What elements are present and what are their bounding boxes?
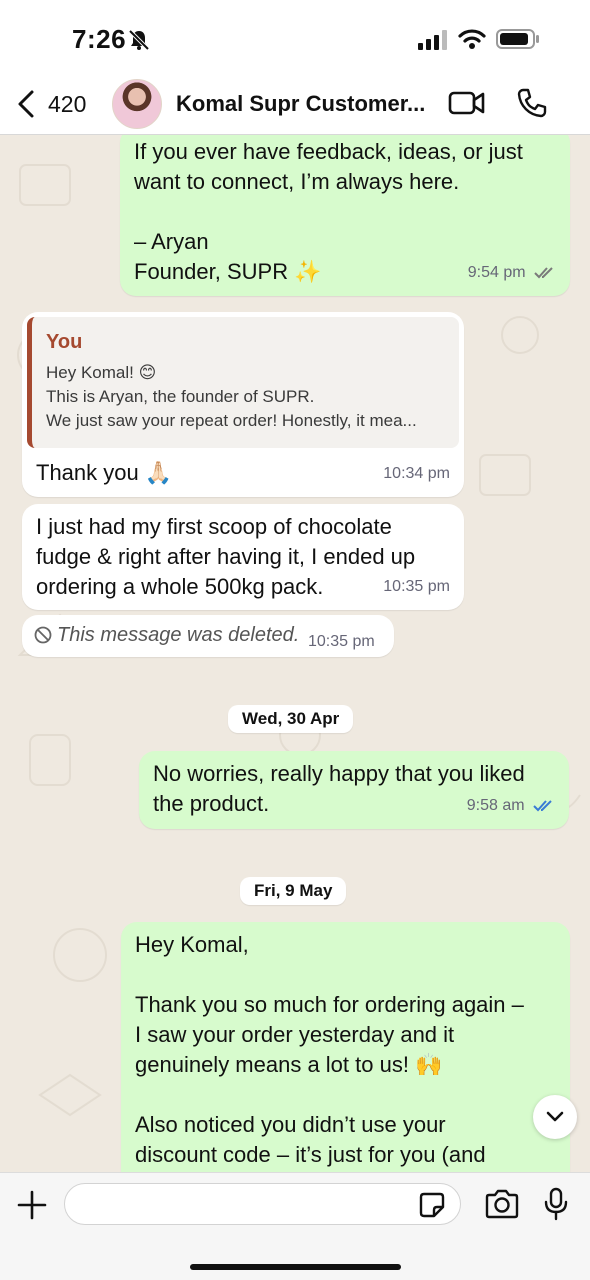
composer-bar <box>0 1172 590 1280</box>
quoted-message[interactable]: You Hey Komal! 😊 This is Aryan, the foun… <box>27 317 459 448</box>
double-check-icon <box>533 800 552 812</box>
message-meta: 9:58 am <box>467 791 555 821</box>
camera-icon[interactable] <box>484 1189 520 1224</box>
message-input[interactable] <box>64 1183 461 1225</box>
contact-name[interactable]: Komal Supr Customer... <box>176 91 426 117</box>
date-divider: Wed, 30 Apr <box>228 705 354 733</box>
message-deleted[interactable]: This message was deleted. 10:35 pm <box>22 615 394 657</box>
chevron-down-icon <box>546 1111 564 1122</box>
wifi-icon <box>458 28 486 55</box>
message-time: 10:34 pm <box>383 465 450 482</box>
status-time: 7:26 <box>72 24 127 54</box>
video-call-icon[interactable] <box>448 89 486 122</box>
bell-slash-icon <box>128 29 150 56</box>
quote-author: You <box>46 331 83 353</box>
status-bar: 7:26 <box>0 0 590 75</box>
battery-icon <box>496 28 540 55</box>
message-outgoing[interactable]: Hey Komal, Thank you so much for orderin… <box>121 922 570 1172</box>
chat-area[interactable]: If you ever have feedback, ideas, or jus… <box>0 135 590 1172</box>
double-check-icon <box>534 267 553 279</box>
message-time: 9:58 am <box>466 797 525 814</box>
home-indicator <box>190 1264 401 1270</box>
chevron-left-icon[interactable] <box>14 89 38 124</box>
message-meta: 9:54 pm <box>468 258 556 288</box>
message-outgoing[interactable]: If you ever have feedback, ideas, or jus… <box>120 135 570 296</box>
sticker-icon[interactable] <box>418 1191 446 1224</box>
message-text: Thank you 🙏🏻 <box>36 460 173 485</box>
unread-count[interactable]: 420 <box>48 91 86 118</box>
message-outgoing[interactable]: No worries, really happy that you liked … <box>139 751 569 829</box>
phone-icon[interactable] <box>516 87 548 124</box>
message-incoming[interactable]: I just had my first scoop of chocolate f… <box>22 504 464 610</box>
avatar[interactable] <box>112 79 162 129</box>
message-time: 9:54 pm <box>467 264 526 281</box>
quote-line: This is Aryan, the founder of SUPR. <box>46 387 315 406</box>
chat-header: 420 Komal Supr Customer... <box>0 75 590 135</box>
plus-icon[interactable] <box>16 1189 48 1226</box>
scroll-to-bottom-button[interactable] <box>533 1095 577 1139</box>
message-text: Hey Komal, Thank you so much for orderin… <box>135 932 524 1167</box>
message-time: 10:35 pm <box>383 578 450 595</box>
message-time: 10:35 pm <box>308 633 375 650</box>
date-divider: Fri, 9 May <box>240 877 347 905</box>
signal-icon <box>418 30 448 55</box>
quote-line: Hey Komal! 😊 <box>46 363 157 382</box>
microphone-icon[interactable] <box>543 1187 569 1226</box>
message-text: This message was deleted. <box>57 624 300 646</box>
quote-line: We just saw your repeat order! Honestly,… <box>46 411 417 430</box>
message-incoming[interactable]: You Hey Komal! 😊 This is Aryan, the foun… <box>22 312 464 497</box>
ban-icon <box>34 626 52 644</box>
